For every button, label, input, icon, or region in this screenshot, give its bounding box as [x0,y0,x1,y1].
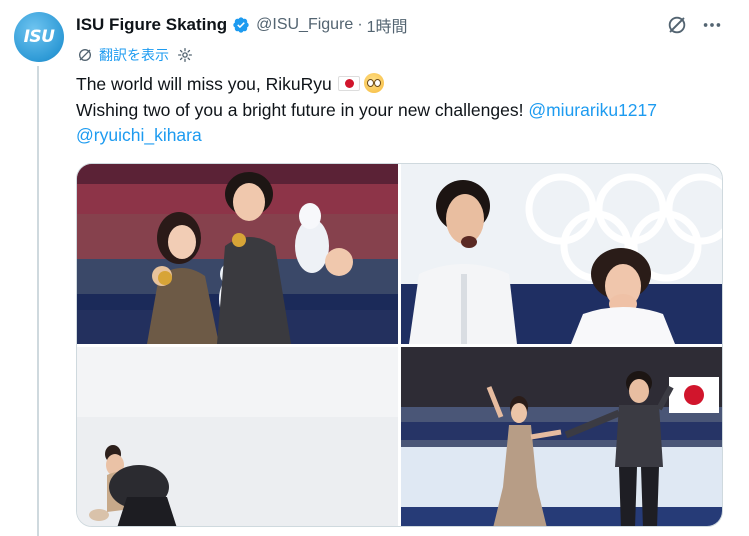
verified-icon[interactable] [232,16,250,34]
media-grid [76,163,723,527]
more-icon[interactable] [699,12,725,38]
photo-on-ice-embrace[interactable] [77,347,398,526]
tweet-text-line3: @ryuichi_kihara [76,122,202,148]
settings-icon[interactable] [177,47,193,63]
photo-final-pose[interactable] [401,347,722,526]
translate-row: 翻訳を表示 [77,45,193,65]
pleading-face-icon [363,73,384,93]
avatar-logo-text: ISU [23,27,55,47]
translate-link[interactable]: 翻訳を表示 [99,45,169,65]
tweet-header: ISU Figure Skating @ISU_Figure · 1時間 [76,13,408,37]
avatar[interactable]: ISU [14,12,64,62]
timestamp[interactable]: 1時間 [367,13,408,37]
tweet-text: Wishing two of you a bright future in yo… [76,100,524,120]
tweet-text: The world will miss you, RikuRyu [76,74,332,94]
tweet-text-line2: Wishing two of you a bright future in yo… [76,97,657,123]
mention-link[interactable]: @ryuichi_kihara [76,125,202,145]
translate-icon [77,47,93,63]
mention-link[interactable]: @miurariku1217 [528,100,657,120]
thread-line [37,66,39,536]
tweet-text-line1: The world will miss you, RikuRyu [76,71,384,97]
separator-dot: · [357,16,363,33]
photo-kiss-and-cry[interactable] [401,164,722,344]
display-name[interactable]: ISU Figure Skating [76,15,227,35]
grok-icon[interactable] [664,12,690,38]
photo-medal-ceremony[interactable] [77,164,398,344]
japan-flag-icon [337,76,360,91]
handle[interactable]: @ISU_Figure [256,16,353,34]
